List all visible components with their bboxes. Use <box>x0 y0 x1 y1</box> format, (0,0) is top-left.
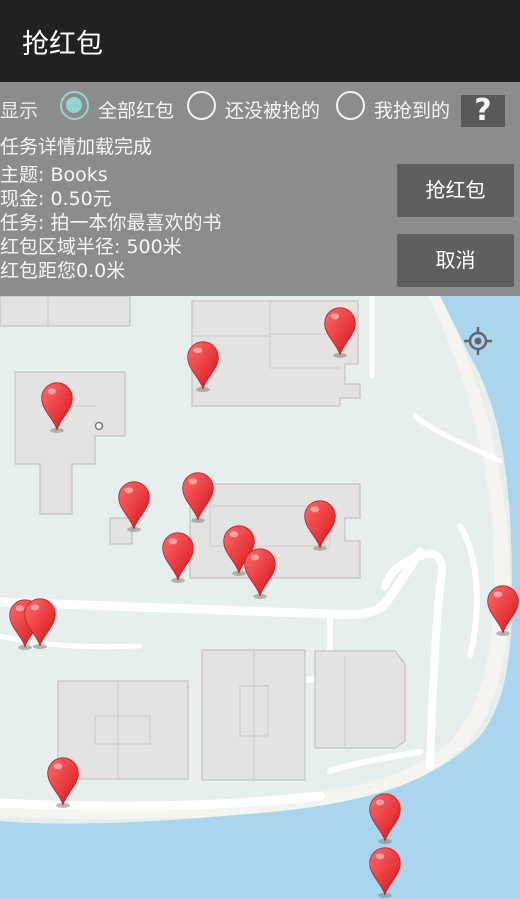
scale-bar: 50m <box>4 849 102 869</box>
red-marker-icon <box>9 599 41 651</box>
red-marker-icon <box>182 472 214 524</box>
filter-label: 显示 <box>0 100 39 122</box>
red-marker-icon <box>324 307 356 359</box>
poi-name: 仙溪校区C6 <box>48 439 134 458</box>
radio-circle-icon <box>336 91 365 120</box>
locate-button[interactable] <box>450 311 507 368</box>
radio-mine-label: 我抢到的 <box>374 100 451 122</box>
zoom-in-button[interactable]: + <box>450 768 507 824</box>
zoom-out-button[interactable]: − <box>450 825 507 881</box>
help-button[interactable]: ? <box>461 95 505 127</box>
page-title: 抢红包 <box>22 29 103 60</box>
radio-unclaimed-label: 还没被抢的 <box>225 100 321 122</box>
red-marker-icon <box>118 481 150 533</box>
task-distance: 红包距您0.0米 <box>0 260 126 282</box>
red-marker-icon <box>369 793 401 845</box>
task-radius: 红包区域半径: 500米 <box>0 236 182 258</box>
task-mission: 任务: 拍一本你最喜欢的书 <box>0 212 222 234</box>
question-icon: ? <box>474 93 492 128</box>
red-marker-icon <box>223 525 255 577</box>
grab-button[interactable]: 抢红包 <box>397 164 514 217</box>
map-canvas <box>0 296 520 899</box>
filter-row: 显示 全部红包 还没被抢的 我抢到的 ? <box>0 88 520 127</box>
map-logo: 高德地图 <box>5 875 77 896</box>
radio-all-label: 全部红包 <box>98 100 175 122</box>
cancel-button[interactable]: 取消 <box>397 234 514 287</box>
poi-label: 仙溪校区C6 教学楼 <box>48 439 133 479</box>
red-marker-icon <box>487 585 519 637</box>
red-marker-icon <box>24 598 56 650</box>
red-marker-icon <box>162 532 194 584</box>
red-marker-icon <box>304 500 336 552</box>
scale-line <box>4 866 102 869</box>
radio-circle-icon <box>187 91 216 120</box>
task-cash: 现金: 0.50元 <box>0 188 112 210</box>
task-subject: 主题: Books <box>0 164 108 186</box>
scale-label: 50m <box>40 849 70 864</box>
red-marker-icon <box>369 847 401 899</box>
poi-sub: 教学楼 <box>66 459 115 478</box>
red-marker-icon <box>187 341 219 393</box>
title-bar: 抢红包 <box>0 0 520 82</box>
radio-circle-icon <box>60 91 89 120</box>
task-panel: 显示 全部红包 还没被抢的 我抢到的 ? 任务详情加载完成 主题: Books … <box>0 82 520 296</box>
map-view[interactable]: 仙溪校区C6 教学楼 + − 50m 高德地图 <box>0 296 520 899</box>
red-marker-icon <box>244 548 276 600</box>
red-marker-icon <box>41 382 73 434</box>
red-marker-icon <box>47 757 79 809</box>
task-status: 任务详情加载完成 <box>0 136 153 158</box>
